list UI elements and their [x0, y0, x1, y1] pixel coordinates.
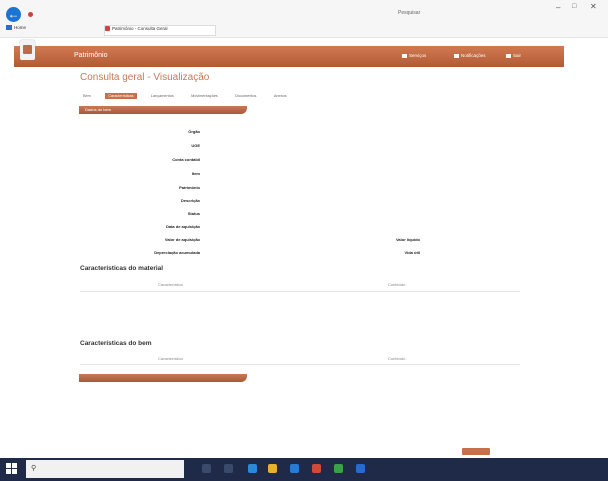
field-label: Descrição — [180, 198, 200, 203]
bell-icon — [454, 53, 459, 58]
tab-anexos[interactable]: Anexos — [271, 93, 290, 99]
address-bar[interactable] — [36, 11, 386, 19]
field-row: UGE — [110, 143, 200, 148]
materials-col-header: Característica — [158, 282, 183, 287]
field-row: Patrimônio — [110, 185, 200, 190]
app-title: Patrimônio — [74, 52, 108, 59]
page-title: Consulta geral - Visualização — [80, 72, 210, 83]
bem-col-header: Conteúdo — [388, 356, 406, 361]
divider — [80, 364, 520, 365]
field-row-right: Valor líquido — [360, 237, 420, 242]
field-label: Valor líquido — [395, 237, 420, 242]
materials-col-header: Conteúdo — [388, 282, 406, 287]
section-header-dados[interactable]: Dados do bem — [79, 106, 247, 114]
field-label: UGE — [191, 143, 200, 148]
field-row: Item — [110, 171, 200, 176]
word-icon[interactable] — [356, 464, 365, 473]
browser-tab-active[interactable]: Patrimônio - Consulta Geral — [104, 25, 216, 36]
materials-heading: Características do material — [80, 265, 164, 272]
browser-toolbar: ← Pesquisar – □ ✕ Home Patrimônio - Cons… — [0, 0, 608, 38]
field-label: Patrimônio — [179, 185, 200, 190]
tab-lancamentos[interactable]: Lançamentos — [148, 93, 177, 99]
bem-heading: Características do bem — [80, 340, 152, 347]
app-header: Patrimônio Serviços Notificações Sair — [14, 40, 564, 67]
nav-services[interactable]: Serviços — [402, 53, 426, 58]
field-row: Órgão — [110, 129, 200, 134]
nav-label: Notificações — [461, 53, 486, 58]
tab-label: Home — [14, 25, 27, 30]
confirm-button[interactable] — [462, 448, 490, 455]
field-label: Status — [187, 211, 200, 216]
field-row: Descrição — [110, 198, 200, 203]
edge-icon[interactable] — [248, 464, 257, 473]
windows-start-icon[interactable] — [6, 463, 17, 474]
field-label: Item — [191, 171, 200, 176]
section-header-extra[interactable] — [79, 374, 247, 382]
chrome-icon[interactable] — [312, 464, 321, 473]
app-logo-icon — [20, 40, 35, 60]
taskbar-search-input[interactable]: ⚲ — [26, 460, 184, 478]
nav-notifications[interactable]: Notificações — [454, 53, 486, 58]
field-row: Depreciação acumulada — [110, 250, 200, 255]
tab-label: Patrimônio - Consulta Geral — [112, 26, 168, 31]
nav-label: Serviços — [409, 53, 427, 58]
field-row: Conta contábil — [110, 157, 200, 162]
field-label: Valor de aquisição — [164, 237, 200, 242]
tab-movimentacoes[interactable]: Movimentações — [188, 93, 221, 99]
bem-col-header: Característica — [158, 356, 183, 361]
browser-search-input[interactable]: Pesquisar — [398, 10, 478, 19]
browser-tab-home[interactable]: Home — [6, 25, 66, 34]
search-icon: ⚲ — [31, 465, 37, 472]
cortana-icon[interactable] — [202, 464, 211, 473]
maximize-icon[interactable]: □ — [572, 3, 576, 10]
tab-favicon-icon — [105, 26, 110, 32]
field-label: Órgão — [188, 129, 200, 134]
field-row: Status — [110, 211, 200, 216]
site-favicon-icon — [28, 12, 33, 17]
page-tabs: Bem Características Lançamentos Moviment… — [80, 93, 299, 101]
nav-logout[interactable]: Sair — [506, 53, 521, 58]
field-label: Vida útil — [404, 250, 420, 255]
field-label: Conta contábil — [172, 157, 200, 162]
close-icon[interactable]: ✕ — [590, 2, 597, 11]
field-row: Data de aquisição — [110, 224, 200, 229]
tab-favicon-icon — [6, 25, 12, 31]
minimize-icon[interactable]: – — [556, 3, 560, 12]
file-explorer-icon[interactable] — [268, 464, 277, 473]
star-icon — [402, 53, 407, 58]
nav-label: Sair — [513, 53, 522, 58]
menu-icon — [506, 53, 511, 58]
field-label: Data de aquisição — [165, 224, 200, 229]
field-row-right: Vida útil — [360, 250, 420, 255]
field-row: Valor de aquisição — [110, 237, 200, 242]
tab-bem[interactable]: Bem — [80, 93, 94, 99]
field-label: Depreciação acumulada — [154, 250, 200, 255]
app-icon[interactable] — [334, 464, 343, 473]
tab-caracteristicas[interactable]: Características — [105, 93, 137, 99]
divider — [80, 291, 520, 292]
windows-taskbar: ⚲ — [0, 458, 608, 481]
tab-documentos[interactable]: Documentos — [232, 93, 259, 99]
store-icon[interactable] — [290, 464, 299, 473]
back-arrow-icon[interactable]: ← — [6, 7, 21, 22]
task-view-icon[interactable] — [224, 464, 233, 473]
